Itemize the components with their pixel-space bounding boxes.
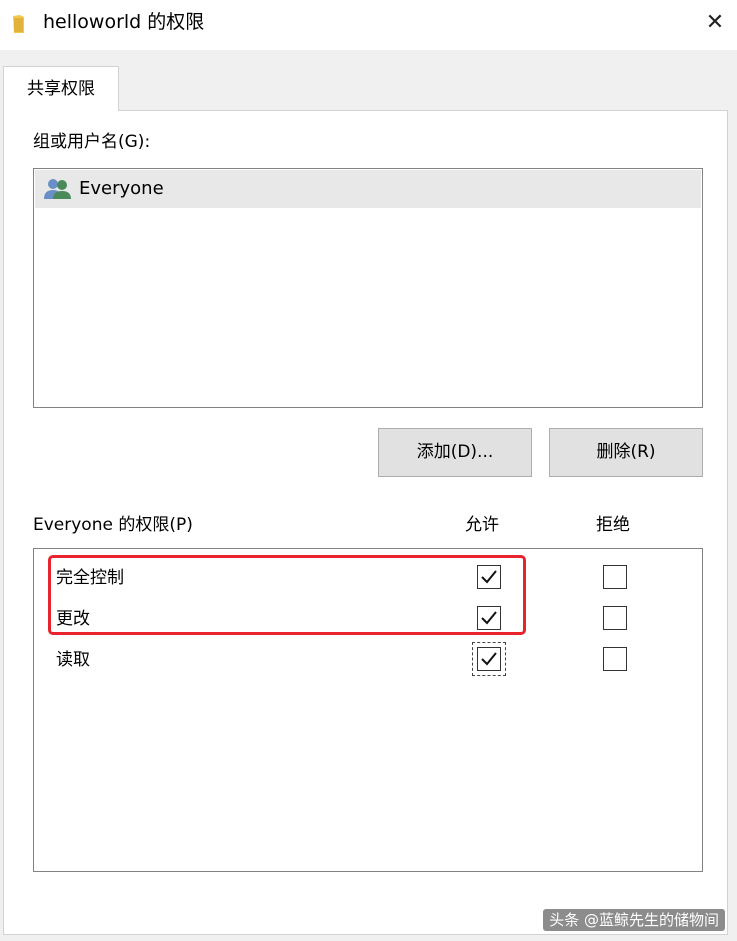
watermark: 头条 @蓝鲸先生的储物间 <box>543 909 725 931</box>
deny-checkbox-change[interactable] <box>603 606 627 630</box>
remove-button[interactable]: 删除(R) <box>549 428 703 477</box>
allow-checkbox-read[interactable] <box>477 647 501 671</box>
annotation-highlight-box <box>48 555 526 635</box>
checkmark-icon <box>481 652 497 666</box>
title-bar: helloworld 的权限 ✕ <box>0 0 737 50</box>
list-item[interactable]: Everyone <box>35 170 701 208</box>
deny-checkbox-full-control[interactable] <box>603 565 627 589</box>
window-title: helloworld 的权限 <box>43 11 205 33</box>
folder-icon <box>13 15 24 33</box>
permission-row-read: 读取 <box>34 641 702 679</box>
users-icon <box>44 179 71 199</box>
tab-share-permissions[interactable]: 共享权限 <box>3 66 119 111</box>
close-icon[interactable]: ✕ <box>693 0 737 44</box>
allow-column-header: 允许 <box>465 515 499 535</box>
group-name: Everyone <box>79 178 164 199</box>
add-button[interactable]: 添加(D)... <box>378 428 532 477</box>
permissions-header: Everyone 的权限(P) <box>33 515 193 535</box>
deny-checkbox-read[interactable] <box>603 647 627 671</box>
permission-name: 读取 <box>56 650 90 670</box>
group-listbox[interactable]: Everyone <box>33 168 703 408</box>
group-list-label: 组或用户名(G): <box>33 132 151 152</box>
deny-column-header: 拒绝 <box>596 515 630 535</box>
